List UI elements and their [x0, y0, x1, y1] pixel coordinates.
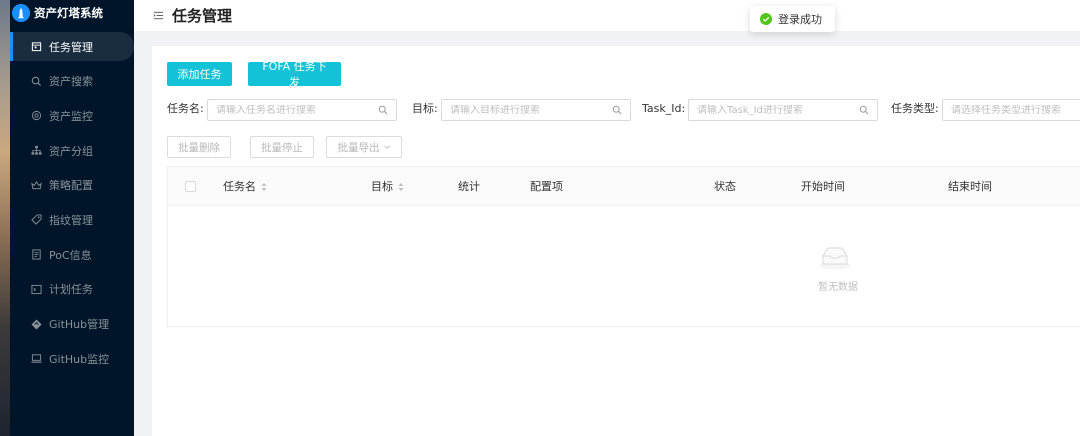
- task-name-input[interactable]: [216, 104, 378, 116]
- eye-icon: [30, 110, 42, 122]
- calendar-icon: [30, 41, 42, 53]
- target-label: 目标:: [412, 102, 438, 115]
- lighthouse-icon: [12, 4, 30, 22]
- task-id-input[interactable]: [697, 104, 859, 116]
- app-logo[interactable]: 资产灯塔系统: [12, 2, 103, 24]
- sidebar-item-asset-search[interactable]: 资产搜索: [10, 67, 134, 96]
- diamond-icon: [30, 318, 42, 330]
- search-icon[interactable]: [859, 105, 869, 115]
- task-name-label: 任务名:: [167, 102, 204, 115]
- empty-text: 暂无数据: [818, 282, 858, 293]
- batch-delete-button[interactable]: 批量删除: [167, 136, 231, 158]
- success-toast: 登录成功: [750, 6, 835, 32]
- page-title: 任务管理: [172, 7, 233, 25]
- sidebar-item-asset-monitor[interactable]: 资产监控: [10, 101, 134, 130]
- sidebar-item-task-management[interactable]: 任务管理: [10, 32, 134, 61]
- target-input[interactable]: [450, 104, 612, 116]
- task-panel: 添加任务 FOFA 任务下发 任务名: 目标: Task_Id: 任务类型: 批…: [152, 46, 1080, 436]
- sidebar-item-label: 资产搜索: [49, 75, 93, 89]
- column-header-config: 配置项: [530, 180, 563, 193]
- crown-icon: [30, 179, 42, 191]
- column-label: 目标: [371, 180, 393, 193]
- task-type-label: 任务类型:: [891, 102, 939, 115]
- sidebar-item-fingerprint[interactable]: 指纹管理: [10, 205, 134, 234]
- sidebar-menu: 任务管理 资产搜索 资产监控 资产分组 策略配置 指纹管理 PoC信息 计划任务…: [10, 32, 134, 379]
- check-circle-icon: [760, 13, 772, 25]
- batch-export-label: 批量导出: [337, 141, 380, 154]
- target-search: [441, 99, 631, 121]
- menu-fold-icon[interactable]: [153, 10, 165, 22]
- column-label: 任务名: [223, 180, 256, 193]
- sidebar-item-label: PoC信息: [49, 248, 92, 262]
- task-name-search: [207, 99, 397, 121]
- empty-inbox-icon: [819, 247, 851, 270]
- sidebar-item-label: 任务管理: [49, 40, 93, 54]
- batch-export-button[interactable]: 批量导出: [326, 136, 402, 158]
- tag-icon: [30, 214, 42, 226]
- task-id-label: Task_Id:: [642, 102, 686, 115]
- sidebar-item-label: GitHub监控: [49, 352, 110, 366]
- app-title: 资产灯塔系统: [34, 6, 103, 20]
- table-body: [167, 206, 1080, 327]
- column-header-start-time: 开始时间: [801, 180, 845, 193]
- toast-message: 登录成功: [778, 13, 822, 26]
- top-header: 任务管理: [134, 0, 1080, 31]
- sort-icon[interactable]: [261, 182, 267, 192]
- table-header: 任务名 目标 统计 配置项 状态 开始时间 结束时间: [167, 166, 1080, 206]
- sidebar-item-label: 策略配置: [49, 179, 93, 193]
- sidebar: 资产灯塔系统 任务管理 资产搜索 资产监控 资产分组 策略配置 指纹管理 PoC…: [0, 0, 134, 436]
- column-header-task-name[interactable]: 任务名: [223, 167, 267, 207]
- sidebar-item-label: 指纹管理: [49, 213, 93, 227]
- sidebar-item-github-monitor[interactable]: GitHub监控: [10, 344, 134, 373]
- search-icon[interactable]: [378, 105, 388, 115]
- column-header-end-time: 结束时间: [948, 180, 992, 193]
- sidebar-item-asset-group[interactable]: 资产分组: [10, 136, 134, 165]
- batch-stop-button[interactable]: 批量停止: [250, 136, 314, 158]
- sidebar-item-poc-info[interactable]: PoC信息: [10, 240, 134, 269]
- search-icon: [30, 75, 42, 87]
- sort-icon[interactable]: [398, 182, 404, 192]
- chevron-down-icon: [383, 145, 390, 149]
- sidebar-item-scheduled-task[interactable]: 计划任务: [10, 275, 134, 304]
- column-header-stats: 统计: [458, 180, 480, 193]
- sidebar-item-label: 计划任务: [49, 283, 93, 297]
- sidebar-item-strategy-config[interactable]: 策略配置: [10, 171, 134, 200]
- sidebar-background-strip: [0, 0, 10, 436]
- document-icon: [30, 249, 42, 261]
- sidebar-item-label: 资产监控: [49, 109, 93, 123]
- task-type-select[interactable]: [942, 99, 1080, 121]
- select-all-checkbox[interactable]: [185, 181, 196, 192]
- sidebar-item-label: 资产分组: [49, 144, 93, 158]
- sitemap-icon: [30, 145, 42, 157]
- sidebar-item-github-management[interactable]: GitHub管理: [10, 310, 134, 339]
- task-type-input[interactable]: [951, 104, 1080, 116]
- sidebar-item-label: GitHub管理: [49, 318, 110, 331]
- search-icon[interactable]: [612, 105, 622, 115]
- monitor-icon: [30, 353, 42, 365]
- task-id-search: [688, 99, 878, 121]
- terminal-icon: [30, 283, 42, 295]
- fofa-task-button[interactable]: FOFA 任务下发: [248, 60, 341, 89]
- column-header-target[interactable]: 目标: [371, 167, 404, 207]
- add-task-button[interactable]: 添加任务: [167, 62, 232, 86]
- column-header-status: 状态: [714, 180, 736, 193]
